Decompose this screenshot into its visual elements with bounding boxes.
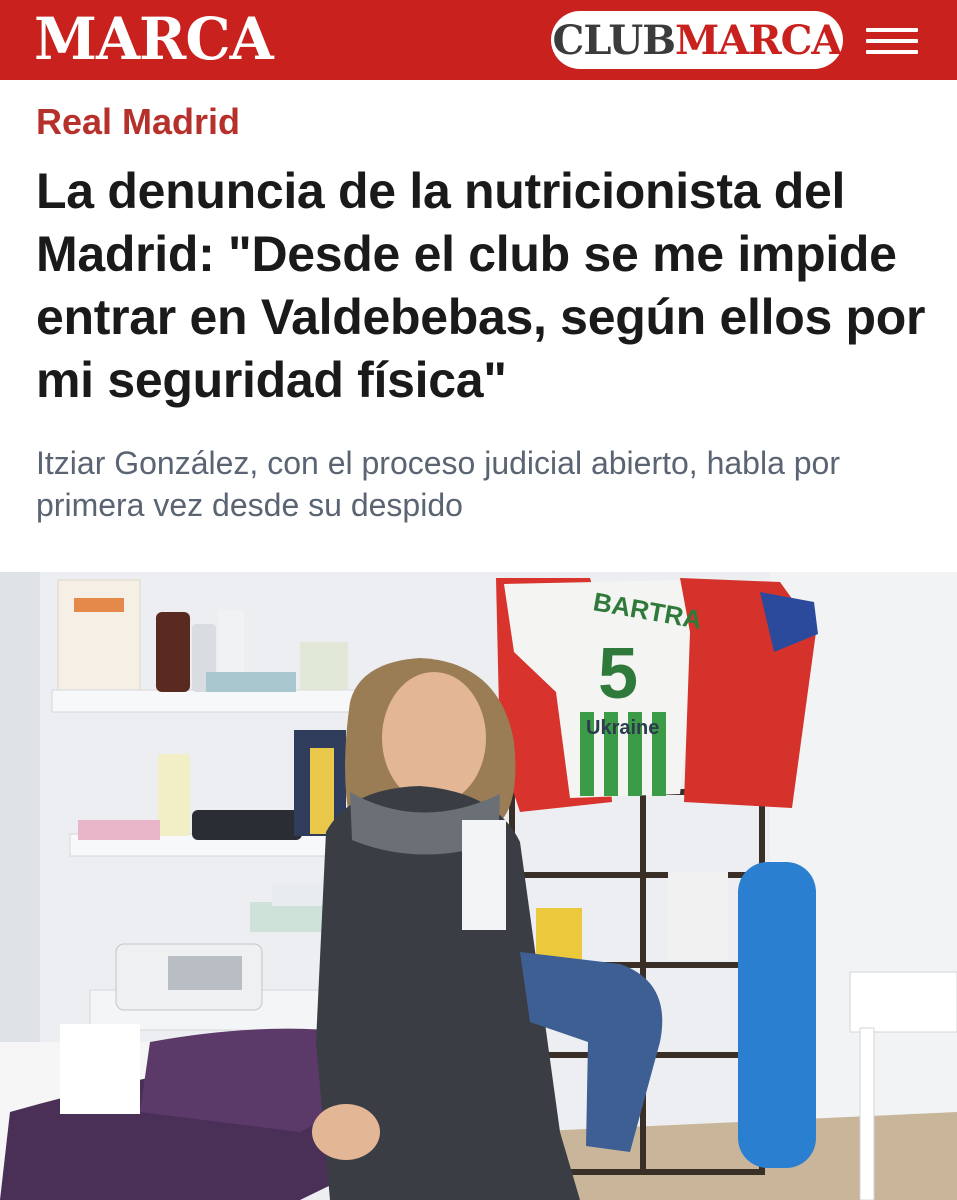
photo-illustration: BARTRA5Ukraine bbox=[0, 572, 957, 1200]
article-photo: BARTRA 5 Ukraine bbox=[0, 572, 957, 1200]
jersey-number-text: 5 bbox=[598, 634, 638, 714]
marca-logo[interactable]: MARCA bbox=[34, 7, 274, 71]
hamburger-icon[interactable] bbox=[866, 28, 918, 54]
club-marca-button[interactable]: CLUB MARCA bbox=[551, 11, 843, 69]
jersey-sponsor-text: Ukraine bbox=[586, 717, 659, 739]
club-brand-label: MARCA bbox=[675, 16, 842, 64]
site-header: MARCA CLUB MARCA bbox=[0, 0, 957, 80]
section-kicker[interactable]: Real Madrid bbox=[36, 100, 240, 144]
article-subhead: Itziar González, con el proceso judicial… bbox=[36, 445, 840, 523]
article-headline: La denuncia de la nutricionista del Madr… bbox=[36, 163, 926, 408]
club-label: CLUB bbox=[552, 16, 676, 64]
